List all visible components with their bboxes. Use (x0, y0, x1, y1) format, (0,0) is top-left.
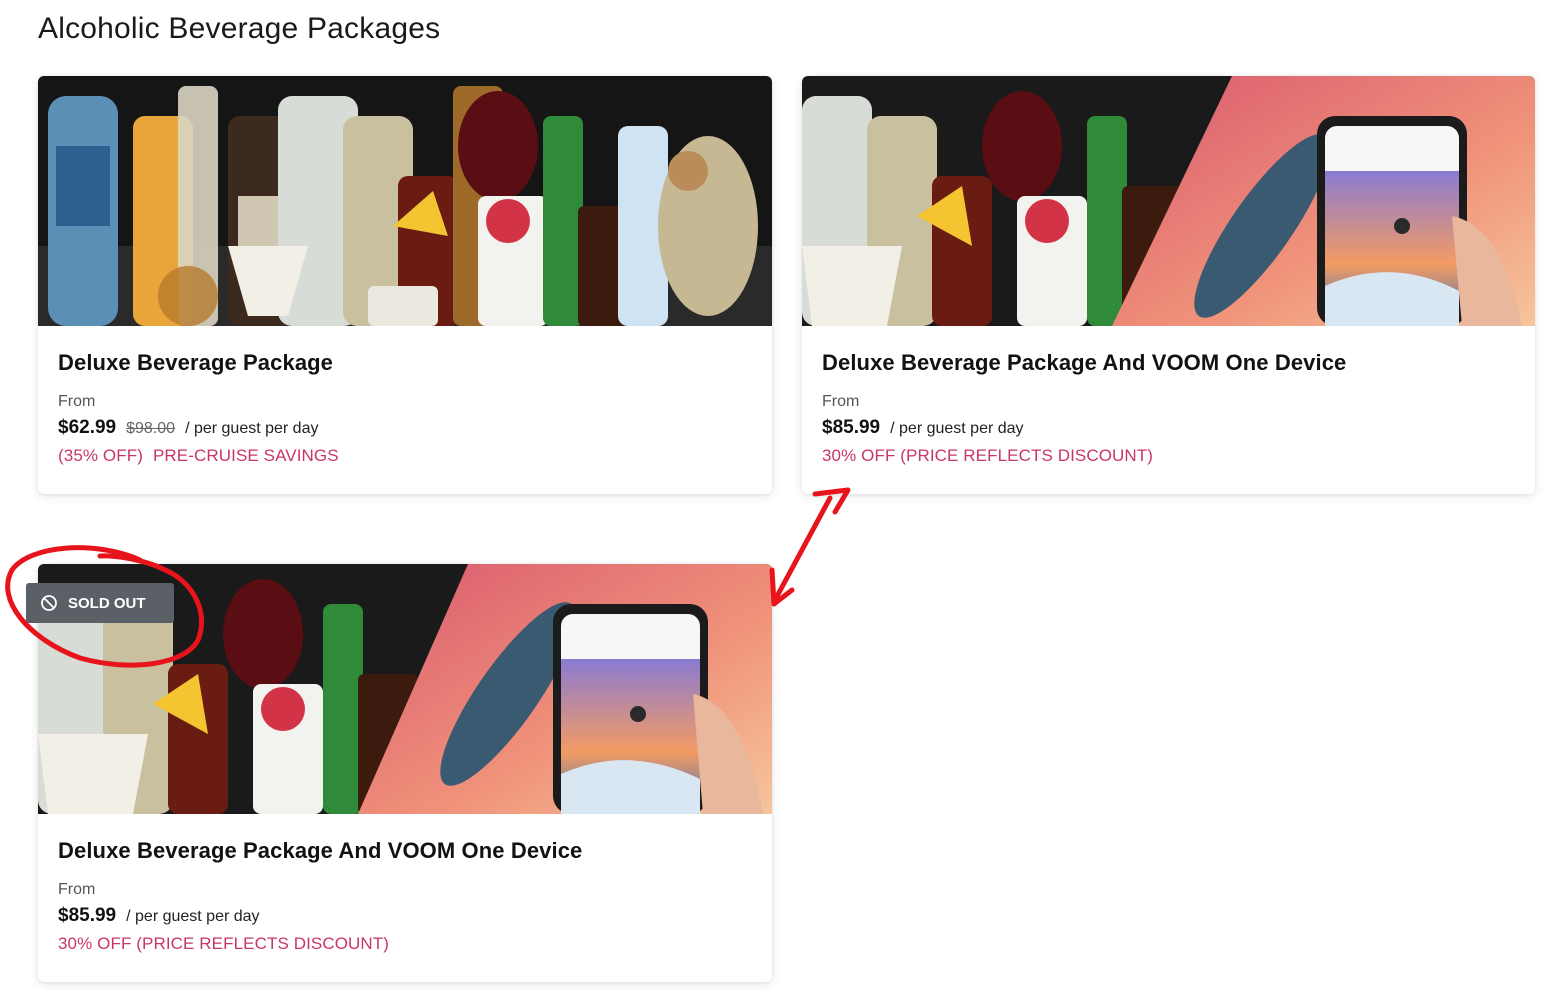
per-guest-label: / per guest per day (185, 420, 319, 437)
annotation-arrow (772, 495, 833, 603)
original-price: $98.00 (126, 420, 176, 437)
price: $85.99 (822, 417, 881, 438)
price-row: $85.99 / per guest per day (58, 905, 752, 927)
from-label: From (58, 393, 96, 410)
ban-icon (41, 595, 57, 611)
from-label: From (58, 881, 96, 898)
package-card-deluxe-voom-sold-out[interactable]: Deluxe Beverage Package And VOOM One Dev… (38, 564, 772, 982)
beverage-bottles-image (38, 76, 772, 326)
discount-text: 30% OFF (PRICE REFLECTS DISCOUNT) (58, 934, 390, 953)
card-title[interactable]: Deluxe Beverage Package And VOOM One Dev… (822, 350, 1515, 376)
per-guest-label: / per guest per day (126, 908, 260, 925)
sold-out-label: SOLD OUT (68, 594, 146, 612)
page-title: Alcoholic Beverage Packages (38, 12, 441, 45)
discount-percent: (35% OFF) (58, 446, 143, 465)
price-row: $62.99 $98.00 / per guest per day (58, 417, 752, 439)
price: $85.99 (58, 905, 117, 926)
annotation-arrowhead-bottom (769, 567, 795, 607)
card-title[interactable]: Deluxe Beverage Package And VOOM One Dev… (58, 838, 752, 864)
package-card-deluxe[interactable]: Deluxe Beverage Package From $62.99 $98.… (38, 76, 772, 494)
card-title[interactable]: Deluxe Beverage Package (58, 350, 752, 376)
sold-out-badge: SOLD OUT (26, 583, 174, 623)
discount-text: 30% OFF (PRICE REFLECTS DISCOUNT) (822, 446, 1154, 465)
beverage-and-phone-image (802, 76, 1535, 326)
price-row: $85.99 / per guest per day (822, 417, 1515, 439)
per-guest-label: / per guest per day (890, 420, 1024, 437)
discount-text: (35% OFF) PRE-CRUISE SAVINGS (58, 446, 752, 466)
package-card-deluxe-voom[interactable]: Deluxe Beverage Package And VOOM One Dev… (802, 76, 1535, 494)
price: $62.99 (58, 417, 117, 438)
from-label: From (822, 393, 860, 410)
discount-note: PRE-CRUISE SAVINGS (152, 446, 339, 465)
